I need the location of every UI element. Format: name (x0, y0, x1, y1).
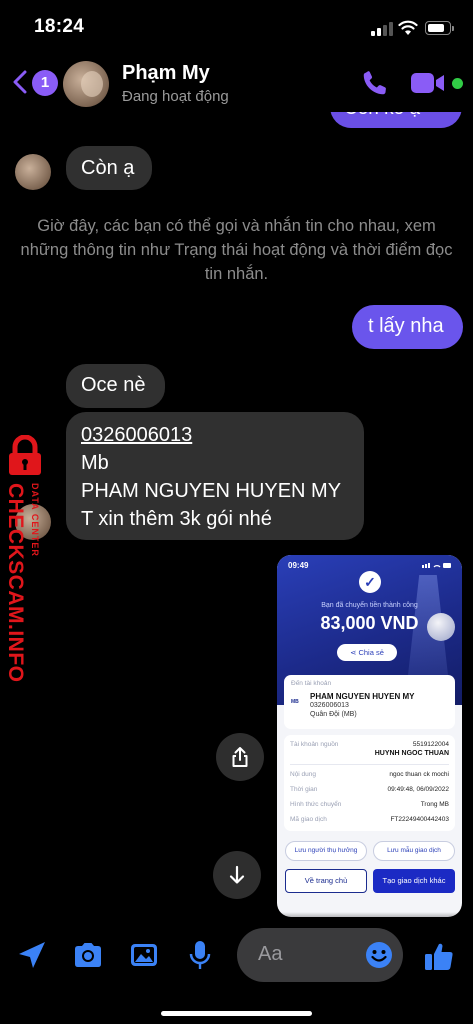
share-button[interactable] (216, 733, 264, 781)
wifi-icon (398, 20, 418, 35)
message-placeholder: Aa (258, 943, 283, 965)
status-bar: 18:24 (0, 0, 473, 54)
receipt-success-text: Bạn đã chuyển tiền thành công (321, 602, 418, 609)
transaction-id-row: Mã giao dịch FT22249400442403 (290, 816, 449, 826)
like-icon[interactable] (422, 940, 456, 974)
system-note: Giờ đây, các bạn có thể gọi và nhắn tin … (20, 217, 453, 283)
content-row: Nội dung ngoc thuan ck mochi (290, 771, 449, 781)
save-beneficiary-chip: Lưu người thụ hưởng (285, 841, 367, 861)
home-indicator[interactable] (161, 1011, 312, 1016)
time-row: Thời gian 09:49:48, 06/09/2022 (290, 786, 449, 796)
recipient-name: PHAM NGUYEN HUYEN MY (310, 692, 415, 701)
save-template-chip: Lưu mẫu giao dịch (373, 841, 455, 861)
incoming-message[interactable]: Oce nè (66, 364, 165, 408)
incoming-message-bank-details[interactable]: 0326006013 Mb PHAM NGUYEN HUYEN MY T xin… (66, 412, 364, 540)
back-button[interactable]: 1 (8, 64, 58, 100)
receipt-share-button: ⋖ Chia sẻ (337, 644, 397, 661)
transfer-receipt-image[interactable]: 09:49 ✓ Bạn đã chuyển tiền thành công 83… (277, 555, 462, 917)
outgoing-message[interactable]: t lấy nha (352, 305, 463, 349)
receipt-home-button: Về trang chủ (285, 869, 367, 893)
message-text: Oce nè (81, 374, 146, 396)
watermark: CHECKSCAM.INFO DATA CENTER (0, 435, 56, 683)
video-call-icon[interactable] (410, 70, 446, 96)
row-value: FT22249400442403 (390, 816, 449, 823)
phone-icon[interactable] (360, 68, 390, 98)
incoming-message[interactable]: Còn ạ (66, 146, 152, 190)
scroll-down-button[interactable] (213, 851, 261, 899)
check-icon: ✓ (359, 571, 381, 593)
chip-label: Lưu mẫu giao dịch (387, 847, 441, 854)
message-input[interactable]: Aa (237, 928, 403, 982)
chevron-left-icon (13, 70, 27, 94)
account-number-link[interactable]: 0326006013 (81, 421, 349, 449)
camera-icon[interactable] (71, 938, 105, 972)
row-label: Tài khoản nguồn (290, 741, 339, 748)
row-label: Mã giao dịch (290, 816, 327, 823)
status-time: 18:24 (34, 16, 85, 37)
share-icon (232, 747, 248, 767)
receipt-status-icons (422, 563, 451, 568)
share-label: Chia sẻ (358, 648, 384, 657)
account-holder: PHAM NGUYEN HUYEN MY (81, 480, 342, 502)
to-account-label: Đến tài khoản (291, 680, 332, 687)
bank-name: Mb (81, 452, 109, 474)
unread-badge: 1 (32, 70, 58, 96)
mb-bank-logo: MB (291, 699, 299, 705)
mascot-icon (427, 613, 455, 641)
battery-fill (428, 24, 444, 32)
row-value: ngoc thuan ck mochi (389, 771, 449, 778)
recipient-bank: Quân Đội (MB) (310, 711, 357, 718)
message-text: t lấy nha (368, 315, 444, 337)
recipient-account: 0326006013 (310, 702, 349, 709)
lock-icon (9, 435, 41, 475)
chip-label: Lưu người thụ hưởng (294, 847, 358, 854)
contact-status: Đang hoạt động (122, 88, 229, 105)
arrow-down-icon (229, 865, 245, 884)
contact-name[interactable]: Phạm My (122, 62, 210, 85)
divider (290, 764, 449, 765)
sender-avatar[interactable] (15, 154, 51, 190)
message-text: Còn ạ (81, 157, 135, 179)
source-account-row: Tài khoản nguồn 5519122004 HUYNH NGOC TH… (290, 741, 449, 761)
location-icon[interactable] (15, 938, 49, 972)
receipt-details-card: Tài khoản nguồn 5519122004 HUYNH NGOC TH… (284, 735, 455, 831)
row-label: Thời gian (290, 786, 318, 793)
signal-icon (371, 22, 393, 36)
extra-note: T xin thêm 3k gói nhé (81, 508, 272, 530)
row-value: 09:49:48, 06/09/2022 (387, 786, 449, 793)
receipt-time: 09:49 (288, 561, 309, 570)
receipt-new-transaction-button: Tạo giao dịch khác (373, 869, 455, 893)
row-value: HUYNH NGOC THUAN (374, 750, 449, 757)
receipt-recipient-card: Đến tài khoản MB PHAM NGUYEN HUYEN MY 03… (284, 675, 455, 729)
contact-avatar[interactable] (63, 61, 109, 107)
online-indicator (452, 78, 463, 89)
image-icon[interactable] (127, 938, 161, 972)
message-composer: Aa (0, 912, 473, 1024)
chat-header: 1 Phạm My Đang hoạt động (0, 54, 473, 112)
emoji-icon[interactable] (365, 941, 393, 969)
row-value: Trong MB (420, 801, 449, 808)
sender-avatar[interactable] (15, 504, 51, 540)
row-value: 5519122004 (412, 741, 449, 748)
row-label: Hình thức chuyển (290, 801, 342, 808)
method-row: Hình thức chuyển Trong MB (290, 801, 449, 811)
row-label: Nội dung (290, 771, 317, 778)
battery-icon (425, 21, 454, 35)
microphone-icon[interactable] (183, 938, 217, 972)
